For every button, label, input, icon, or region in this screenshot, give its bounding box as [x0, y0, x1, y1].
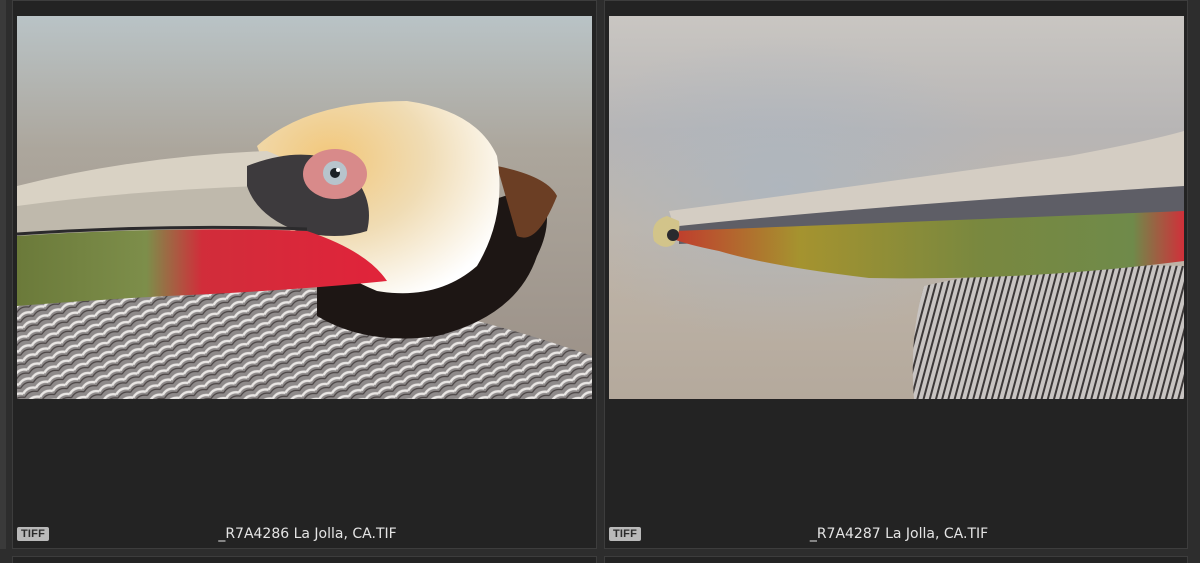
next-row-peek [0, 549, 1200, 563]
filename-label: _R7A4287 La Jolla, CA.TIF [809, 526, 989, 542]
grid-cell-peek [12, 556, 597, 563]
pelican-bill-image [609, 16, 1184, 399]
grid-cell[interactable]: TIFF _R7A4286 La Jolla, CA.TIF [12, 0, 597, 549]
grid-left-edge [0, 0, 6, 563]
pelican-head-image [17, 16, 592, 399]
filename-label: _R7A4286 La Jolla, CA.TIF [218, 526, 397, 542]
photo-thumbnail[interactable] [17, 16, 592, 399]
grid-cell[interactable]: TIFF _R7A4287 La Jolla, CA.TIF [604, 0, 1188, 549]
filmstrip-grid: TIFF _R7A4286 La Jolla, CA.TIF TIFF _R7A… [0, 0, 1200, 563]
grid-cell-peek [604, 556, 1188, 563]
photo-thumbnail[interactable] [609, 16, 1184, 399]
